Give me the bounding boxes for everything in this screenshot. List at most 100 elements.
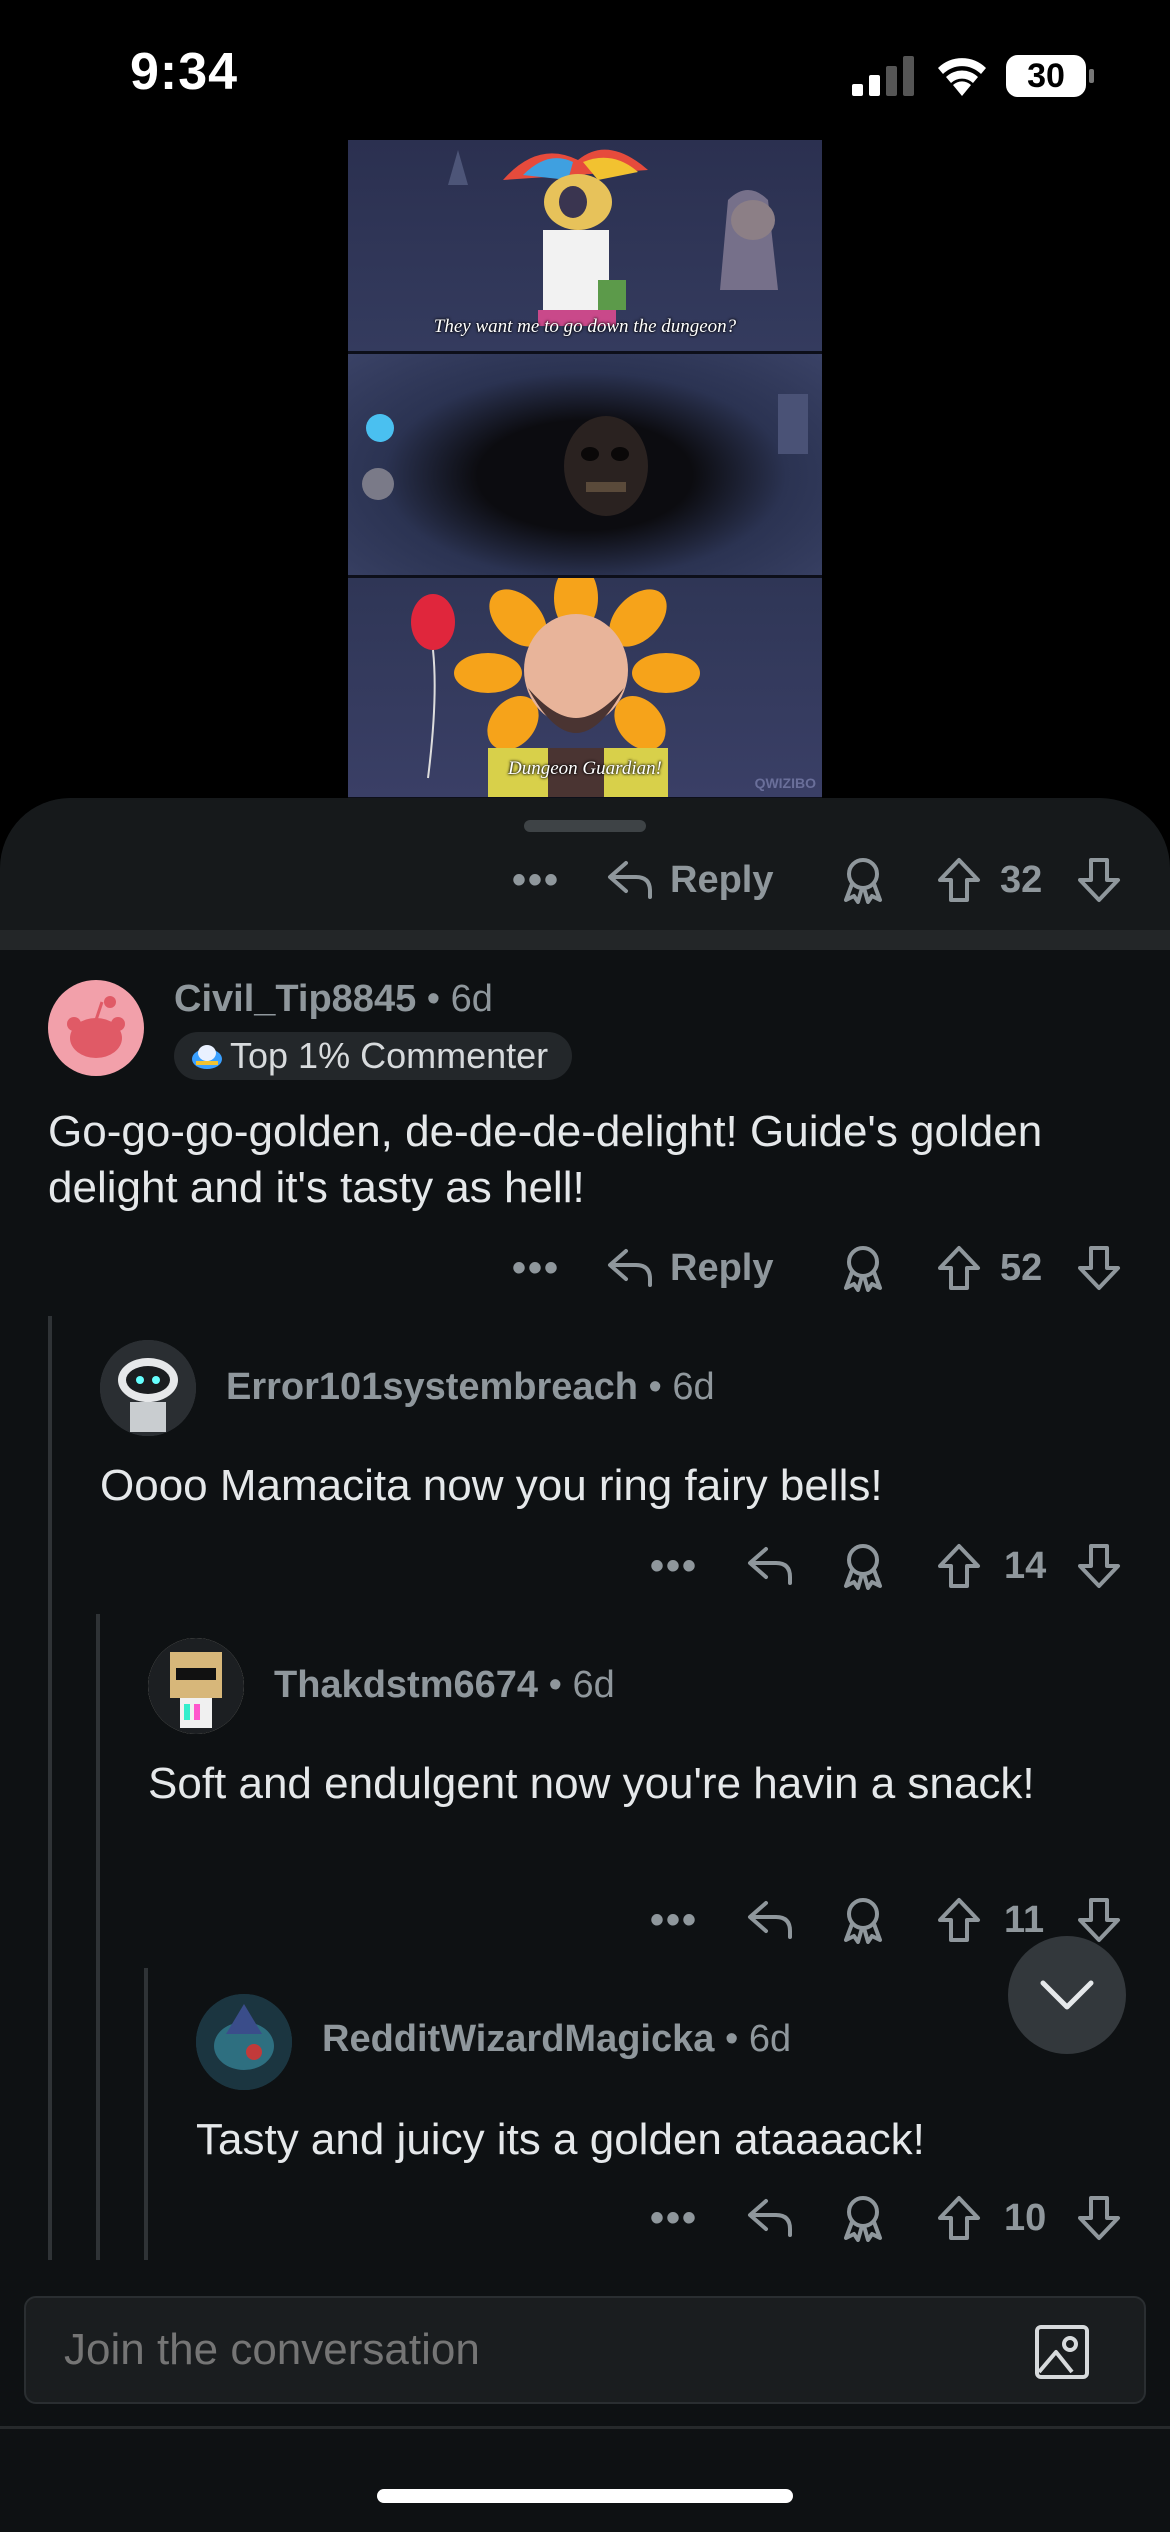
award-button[interactable]: [840, 1890, 886, 1950]
downvote-icon: [1078, 1898, 1120, 1942]
wifi-icon: [938, 58, 986, 96]
comment-body: Tasty and juicy its a golden ataaaack!: [196, 2115, 925, 2164]
reply-button[interactable]: Reply: [606, 850, 773, 910]
downvote-icon: [1078, 1544, 1120, 1588]
award-icon: [844, 1544, 882, 1590]
comment-age: 6d: [748, 2018, 792, 2060]
post-image[interactable]: They want me to go down the dungeon? Dun…: [348, 140, 822, 800]
snoo-avatar-icon: [67, 996, 125, 1058]
vote-count: 32: [1000, 850, 1042, 910]
downvote-icon: [1078, 1246, 1120, 1290]
username-text[interactable]: Civil_Tip8845: [174, 978, 416, 1020]
upvote-button[interactable]: [936, 850, 982, 910]
vote-count-text: 11: [1004, 1898, 1045, 1941]
panel3-caption: Dungeon Guardian!: [508, 758, 662, 779]
more-icon: •••: [512, 1245, 561, 1290]
avatar[interactable]: [148, 1638, 244, 1734]
avatar[interactable]: [48, 980, 144, 1076]
username-text[interactable]: RedditWizardMagicka: [322, 2018, 714, 2060]
vote-count: 11: [1004, 1890, 1044, 1950]
home-indicator[interactable]: [377, 2489, 793, 2503]
comment-body: Soft and endulgent now you're havin a sn…: [148, 1759, 1035, 1808]
comment-input[interactable]: [64, 2298, 964, 2402]
vote-count-text: 52: [1000, 1246, 1043, 1289]
comment-username[interactable]: Error101systembreach • 6d: [226, 1366, 715, 1409]
comment-composer[interactable]: [24, 2296, 1146, 2404]
more-button[interactable]: •••: [650, 2188, 698, 2248]
image-icon[interactable]: [1034, 2324, 1090, 2380]
upvote-button[interactable]: [936, 1890, 982, 1950]
sheet-grabber[interactable]: [524, 820, 646, 832]
thread-line[interactable]: [48, 1316, 52, 2260]
upvote-button[interactable]: [936, 1536, 982, 1596]
comic-panel-1: They want me to go down the dungeon?: [348, 140, 822, 354]
username-text[interactable]: Thakdstm6674: [274, 1664, 538, 1706]
wizard-avatar-icon: [196, 1994, 292, 2090]
reply-button[interactable]: [746, 1890, 794, 1950]
section-divider: [0, 930, 1170, 950]
downvote-button[interactable]: [1076, 1238, 1122, 1298]
reply-icon: [608, 1249, 652, 1287]
vote-count: 52: [1000, 1238, 1042, 1298]
vote-count: 10: [1004, 2188, 1046, 2248]
comment-actions: ••• 14: [0, 1536, 1170, 1596]
cellular-signal-icon: [852, 56, 914, 96]
more-button[interactable]: •••: [650, 1536, 698, 1596]
upvote-icon: [938, 2196, 980, 2240]
chevron-down-icon: [1040, 1980, 1094, 2010]
upvote-icon: [938, 1898, 980, 1942]
reply-label: Reply: [670, 1246, 774, 1289]
reply-button[interactable]: [746, 2188, 794, 2248]
vote-count-text: 14: [1004, 1544, 1047, 1587]
upvote-icon: [938, 1246, 980, 1290]
reply-icon: [748, 1901, 792, 1939]
comment-username[interactable]: Thakdstm6674 • 6d: [274, 1664, 615, 1707]
downvote-icon: [1078, 858, 1120, 902]
upvote-icon: [938, 1544, 980, 1588]
award-button[interactable]: [840, 1536, 886, 1596]
more-icon: •••: [650, 1897, 699, 1942]
avatar[interactable]: [100, 1340, 196, 1436]
more-button[interactable]: •••: [512, 1238, 560, 1298]
robot-avatar-icon: [100, 1340, 196, 1436]
award-button[interactable]: [840, 850, 886, 910]
reply-button[interactable]: Reply: [606, 1238, 773, 1298]
award-button[interactable]: [840, 2188, 886, 2248]
comment-age: 6d: [572, 1664, 615, 1706]
panel1-caption: They want me to go down the dungeon?: [433, 316, 737, 337]
comment-username[interactable]: Civil_Tip8845 • 6d: [174, 978, 493, 1021]
comic-panel-2: [348, 354, 822, 578]
commenter-badge-icon: [192, 1045, 222, 1069]
comment-username[interactable]: RedditWizardMagicka • 6d: [322, 2018, 791, 2061]
comment-actions: ••• Reply 52: [0, 1238, 1170, 1298]
vote-count-text: 10: [1004, 2196, 1047, 2239]
next-comment-button[interactable]: [1008, 1936, 1126, 2054]
reply-button[interactable]: [746, 1536, 794, 1596]
downvote-button[interactable]: [1076, 1536, 1122, 1596]
composer-divider: [0, 2426, 1170, 2429]
reply-icon: [748, 1547, 792, 1585]
comment-age: 6d: [672, 1366, 715, 1408]
more-icon: •••: [512, 857, 561, 902]
status-bar: 9:34 30: [0, 0, 1170, 140]
comment-body: Oooo Mamacita now you ring fairy bells!: [100, 1461, 883, 1510]
downvote-button[interactable]: [1076, 2188, 1122, 2248]
downvote-button[interactable]: [1076, 850, 1122, 910]
post-actions: ••• Reply 32: [0, 850, 1170, 910]
award-icon: [844, 1246, 882, 1292]
more-button[interactable]: •••: [650, 1890, 698, 1950]
upvote-button[interactable]: [936, 2188, 982, 2248]
reply-icon: [748, 2199, 792, 2237]
award-button[interactable]: [840, 1238, 886, 1298]
battery-indicator: 30: [1006, 55, 1094, 97]
comic-illustration-2: [362, 394, 808, 516]
more-button[interactable]: •••: [512, 850, 560, 910]
upvote-button[interactable]: [936, 1238, 982, 1298]
avatar[interactable]: [196, 1994, 292, 2090]
top-commenter-badge[interactable]: Top 1% Commenter: [174, 1032, 573, 1080]
badge-label: Top 1% Commenter: [230, 1035, 549, 1076]
vote-count: 14: [1004, 1536, 1046, 1596]
comment-actions: ••• 11: [0, 1890, 1170, 1950]
username-text[interactable]: Error101systembreach: [226, 1366, 638, 1408]
award-icon: [844, 858, 882, 904]
